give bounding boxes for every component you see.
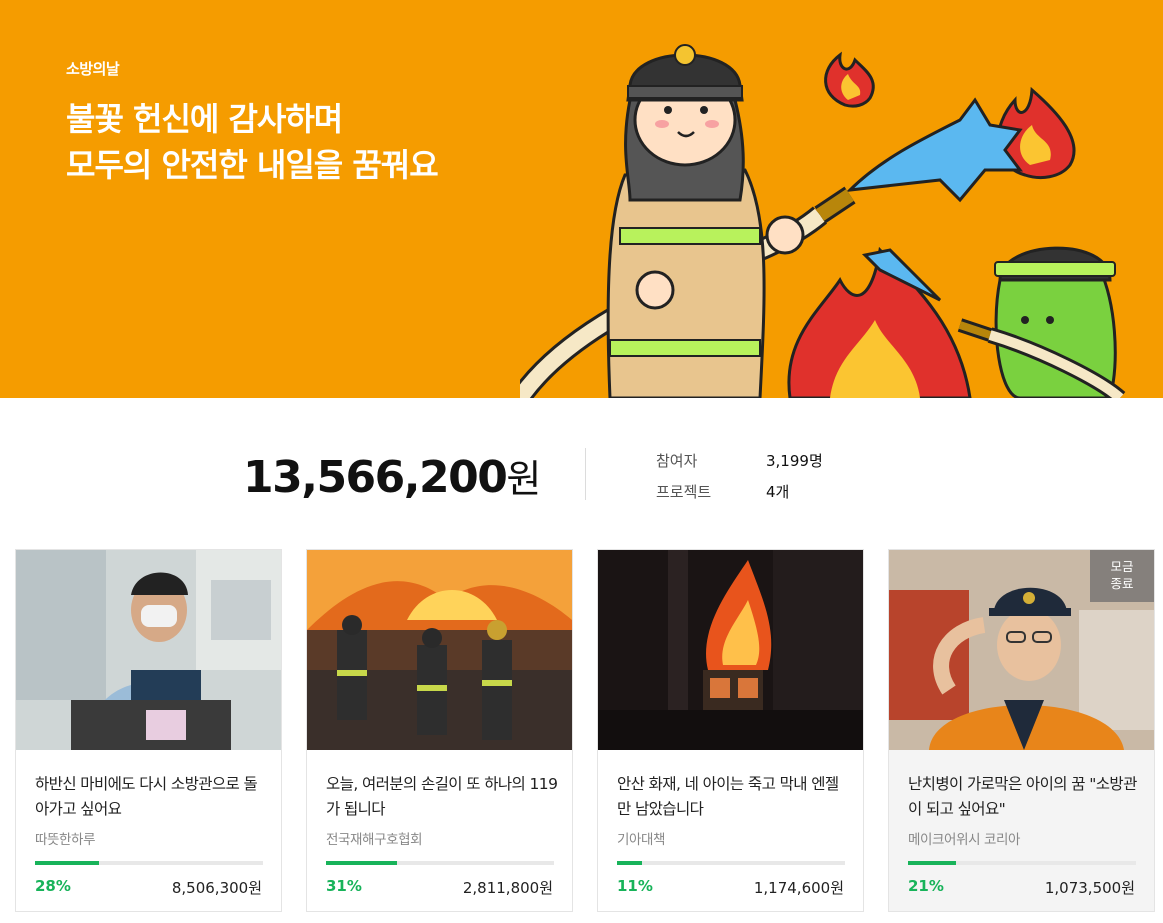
hero-title: 불꽃 헌신에 감사하며 모두의 안전한 내일을 꿈꿔요 (66, 96, 439, 188)
progress-percent: 21% (908, 877, 944, 895)
project-thumbnail (307, 550, 572, 750)
progress-fill (617, 861, 643, 865)
progress-bar (617, 861, 845, 865)
firefighter-illustration (520, 44, 1126, 398)
participants-value: 3,199명 (766, 452, 823, 470)
progress-percent: 28% (35, 877, 71, 895)
progress-fill (35, 861, 99, 865)
project-thumbnail (598, 550, 863, 750)
progress-fill (908, 861, 956, 865)
hero-title-line-1: 불꽃 헌신에 감사하며 (66, 100, 343, 138)
total-amount-unit: 원 (506, 457, 541, 501)
project-card[interactable]: 오늘, 여러분의 손길이 또 하나의 119가 됩니다 전국재해구호협회 31%… (306, 549, 573, 912)
fire-back-icon (787, 246, 972, 398)
project-org: 기아대책 (617, 832, 666, 848)
project-title[interactable]: 오늘, 여러분의 손길이 또 하나의 119가 됩니다 (326, 772, 558, 822)
total-amount-value: 13,566,200 (243, 452, 508, 503)
progress-bar (326, 861, 554, 865)
fire-small-icon (824, 51, 875, 108)
participants-label: 참여자 (656, 452, 698, 470)
hero-banner[interactable]: 소방의날 불꽃 헌신에 감사하며 모두의 안전한 내일을 꿈꿔요 (0, 0, 1163, 398)
projects-value: 4개 (766, 483, 790, 501)
hero-tag: 소방의날 (66, 60, 120, 78)
badge-line-1: 모금 (1110, 559, 1134, 574)
progress-percent: 31% (326, 877, 362, 895)
project-thumbnail: 모금 종료 (889, 550, 1154, 750)
progress-bar (908, 861, 1136, 865)
firefighter-figure (606, 44, 805, 398)
badge-line-2: 종료 (1110, 576, 1134, 591)
project-thumbnail (16, 550, 281, 750)
project-org: 따뜻한하루 (35, 832, 96, 848)
progress-bar (35, 861, 263, 865)
projects-label: 프로젝트 (656, 483, 712, 501)
project-card[interactable]: 하반신 마비에도 다시 소방관으로 돌아가고 싶어요 따뜻한하루 28% 8,5… (15, 549, 282, 912)
project-title[interactable]: 안산 화재, 네 아이는 죽고 막내 엔젤만 남았습니다 (617, 772, 849, 822)
raised-amount: 1,073,500원 (1044, 879, 1135, 897)
progress-fill (326, 861, 397, 865)
raised-amount: 8,506,300원 (171, 879, 262, 897)
project-card[interactable]: 모금 종료 난치병이 가로막은 아이의 꿈 "소방관이 되고 싶어요" 메이크어… (888, 549, 1155, 912)
project-title[interactable]: 난치병이 가로막은 아이의 꿈 "소방관이 되고 싶어요" (908, 772, 1140, 822)
progress-percent: 11% (617, 877, 653, 895)
hero-title-line-2: 모두의 안전한 내일을 꿈꿔요 (66, 146, 439, 184)
raised-amount: 2,811,800원 (462, 879, 553, 897)
fundraising-ended-badge: 모금 종료 (1090, 550, 1154, 602)
raised-amount: 1,174,600원 (753, 879, 844, 897)
project-title[interactable]: 하반신 마비에도 다시 소방관으로 돌아가고 싶어요 (35, 772, 267, 822)
project-card[interactable]: 안산 화재, 네 아이는 죽고 막내 엔젤만 남았습니다 기아대책 11% 1,… (597, 549, 864, 912)
mascot-figure (957, 246, 1126, 398)
project-org: 메이크어위시 코리아 (908, 832, 1021, 848)
projects-stat: 프로젝트 4개 (656, 481, 789, 502)
summary-divider (585, 448, 586, 500)
project-org: 전국재해구호협회 (326, 832, 423, 848)
total-amount: 13,566,200원 (243, 448, 541, 503)
participants-stat: 참여자 3,199명 (656, 450, 823, 471)
